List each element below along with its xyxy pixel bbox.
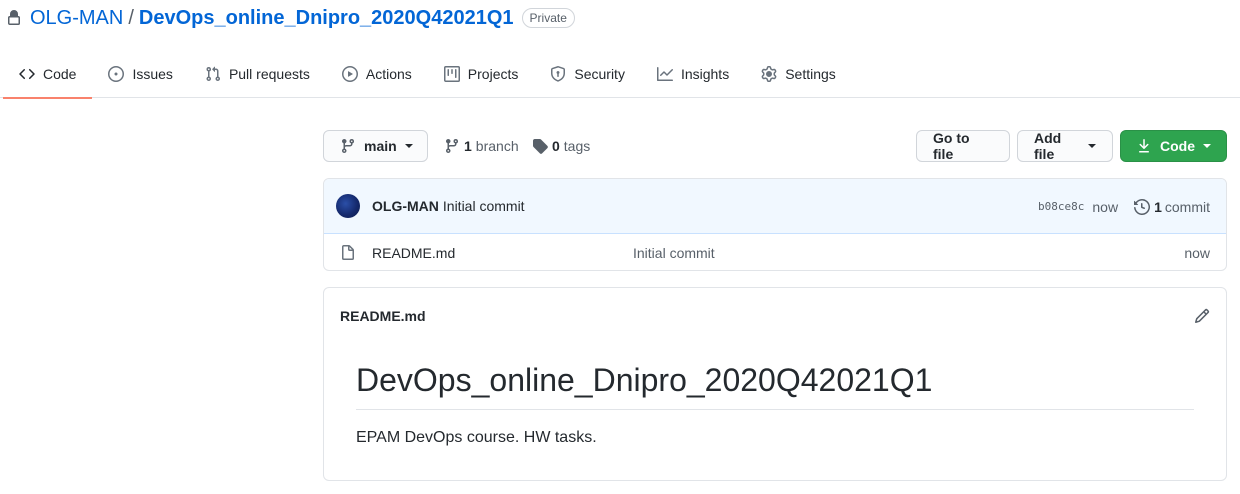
shield-icon	[550, 66, 566, 82]
commit-age: now	[1092, 198, 1119, 215]
commit-meta: b08ce8c now 1 commit	[1038, 179, 1210, 234]
tab-label: Settings	[785, 66, 836, 82]
issue-icon	[108, 66, 125, 82]
tab-projects[interactable]: Projects	[428, 50, 535, 98]
avatar[interactable]	[336, 194, 360, 218]
readme-panel: README.md DevOps_online_Dnipro_2020Q4202…	[323, 287, 1227, 481]
tab-label: Security	[574, 66, 625, 82]
branch-name: main	[364, 138, 397, 154]
readme-filename[interactable]: README.md	[340, 308, 426, 324]
commit-author[interactable]: OLG-MAN	[372, 198, 439, 214]
tab-code[interactable]: Code	[3, 50, 93, 99]
list-item: README.md Initial commit now	[324, 234, 1226, 270]
commits-history-link[interactable]: 1 commit	[1134, 199, 1210, 215]
tab-settings[interactable]: Settings	[745, 50, 852, 98]
gear-icon	[761, 66, 777, 82]
tab-label: Insights	[680, 66, 730, 82]
graph-icon	[656, 66, 673, 82]
pencil-icon[interactable]	[1194, 308, 1210, 324]
tab-label: Pull requests	[228, 66, 310, 82]
chevron-down-icon	[1088, 144, 1096, 148]
readme-paragraph: EPAM DevOps course. HW tasks.	[356, 429, 597, 446]
commit-count: 1	[1154, 198, 1162, 215]
file-commit-message[interactable]: Initial commit	[633, 245, 715, 261]
commit-sha[interactable]: b08ce8c	[1038, 200, 1084, 213]
commit-message[interactable]: Initial commit	[443, 198, 525, 214]
tag-count-label: tags	[563, 138, 591, 154]
branch-count: 1	[464, 138, 472, 154]
path-separator: /	[128, 6, 134, 29]
pull-request-icon	[205, 66, 221, 82]
branch-icon	[340, 138, 364, 154]
branch-select-button[interactable]: main	[323, 130, 428, 162]
play-icon	[341, 66, 358, 82]
tab-label: Projects	[467, 66, 519, 82]
tab-pull-requests[interactable]: Pull requests	[189, 50, 326, 98]
commit-count-label: commit	[1164, 198, 1210, 215]
branches-link[interactable]: 1 branch	[444, 138, 519, 154]
tag-icon	[532, 138, 548, 154]
history-icon	[1134, 198, 1151, 215]
code-button-label: Code	[1160, 138, 1195, 154]
file-name-link[interactable]: README.md	[372, 245, 455, 261]
add-file-button[interactable]: Add file	[1017, 130, 1113, 162]
chevron-down-icon	[1203, 144, 1211, 148]
tab-actions[interactable]: Actions	[326, 50, 428, 98]
file-listing: OLG-MAN Initial commit b08ce8c now 1 com…	[323, 178, 1227, 271]
project-icon	[443, 66, 460, 82]
tab-security[interactable]: Security	[534, 50, 641, 98]
branch-icon	[444, 138, 460, 154]
tab-insights[interactable]: Insights	[641, 50, 745, 98]
code-icon	[19, 66, 35, 82]
tab-label: Issues	[132, 66, 173, 82]
repo-owner-link[interactable]: OLG-MAN	[30, 7, 123, 30]
repo-tabs: Code Issues Pull requests Actions Projec…	[3, 50, 852, 99]
tab-label: Actions	[365, 66, 412, 82]
repo-header: OLG-MAN / DevOps_online_Dnipro_2020Q4202…	[0, 0, 1240, 99]
tab-issues[interactable]: Issues	[92, 50, 188, 98]
file-icon	[340, 244, 372, 261]
download-icon	[1136, 138, 1160, 154]
readme-header: README.md	[324, 288, 1226, 344]
tags-link[interactable]: 0 tags	[532, 138, 590, 154]
file-age: now	[1184, 244, 1210, 261]
code-download-button[interactable]: Code	[1120, 130, 1227, 162]
readme-heading: DevOps_online_Dnipro_2020Q42021Q1	[356, 362, 1194, 411]
visibility-badge: Private	[521, 8, 575, 28]
go-to-file-button[interactable]: Go to file	[916, 130, 1010, 162]
tab-label: Code	[43, 66, 77, 82]
tag-count: 0	[552, 138, 560, 154]
lock-icon	[6, 10, 22, 26]
repo-title: OLG-MAN / DevOps_online_Dnipro_2020Q4202…	[6, 7, 575, 29]
latest-commit-bar: OLG-MAN Initial commit b08ce8c now 1 com…	[324, 179, 1226, 234]
repo-name-link[interactable]: DevOps_online_Dnipro_2020Q42021Q1	[139, 7, 514, 30]
add-file-label: Add file	[1034, 130, 1062, 162]
branch-count-label: branch	[475, 138, 519, 154]
chevron-down-icon	[404, 144, 413, 148]
